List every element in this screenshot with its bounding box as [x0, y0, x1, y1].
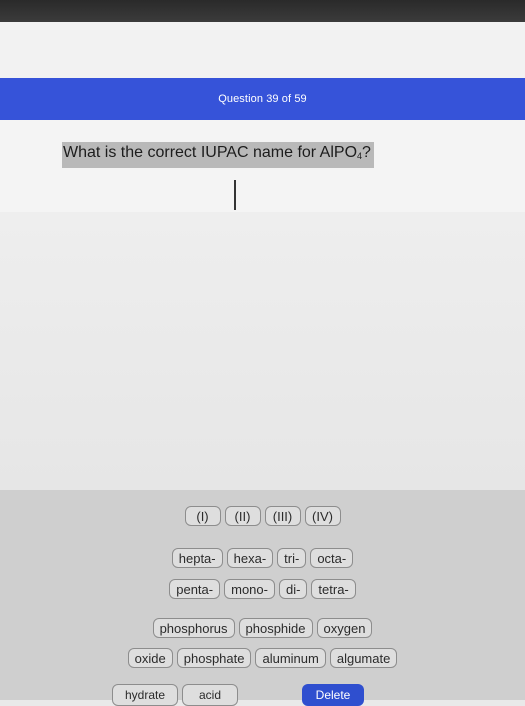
- key-hepta[interactable]: hepta-: [171, 548, 223, 568]
- answer-keyboard: (I) (II) (III) (IV) hepta- hexa- tri- oc…: [0, 490, 525, 700]
- key-di[interactable]: di-: [278, 579, 308, 599]
- key-acid[interactable]: acid: [182, 684, 238, 706]
- question-text: What is the correct IUPAC name for AlPO4…: [62, 142, 374, 168]
- key-hexa[interactable]: hexa-: [226, 548, 274, 568]
- key-roman-1[interactable]: (I): [184, 506, 221, 526]
- key-oxide[interactable]: oxide: [127, 648, 173, 668]
- prefix-row-2: penta- mono- di- tetra-: [0, 579, 525, 599]
- word-row-2: oxide phosphate aluminum algumate: [0, 648, 525, 668]
- key-aluminum[interactable]: aluminum: [255, 648, 326, 668]
- key-phosphorus[interactable]: phosphorus: [152, 618, 235, 638]
- device-top-bezel: [0, 0, 525, 22]
- question-counter: Question 39 of 59: [218, 93, 307, 105]
- key-phosphate[interactable]: phosphate: [176, 648, 252, 668]
- top-spacer: [0, 22, 525, 78]
- key-penta[interactable]: penta-: [169, 579, 221, 599]
- word-row-1: phosphorus phosphide oxygen: [0, 618, 525, 638]
- question-suffix: ?: [362, 144, 371, 161]
- text-caret: [234, 180, 236, 210]
- key-roman-4[interactable]: (IV): [304, 506, 341, 526]
- key-phosphide[interactable]: phosphide: [238, 618, 313, 638]
- key-mono[interactable]: mono-: [224, 579, 275, 599]
- key-hydrate[interactable]: hydrate: [112, 684, 178, 706]
- roman-numeral-row: (I) (II) (III) (IV): [0, 506, 525, 526]
- key-tetra[interactable]: tetra-: [311, 579, 356, 599]
- delete-button[interactable]: Delete: [302, 684, 364, 706]
- prefix-row-1: hepta- hexa- tri- octa-: [0, 548, 525, 568]
- key-tri[interactable]: tri-: [277, 548, 307, 568]
- key-octa[interactable]: octa-: [310, 548, 354, 568]
- question-main-text: What is the correct IUPAC name for AlPO: [63, 144, 358, 161]
- key-roman-2[interactable]: (II): [224, 506, 261, 526]
- question-header: Question 39 of 59: [0, 78, 525, 120]
- key-algumate[interactable]: algumate: [329, 648, 398, 668]
- answer-workspace: [0, 212, 525, 490]
- answer-input[interactable]: [0, 172, 525, 213]
- key-oxygen[interactable]: oxygen: [316, 618, 373, 638]
- key-roman-3[interactable]: (III): [264, 506, 301, 526]
